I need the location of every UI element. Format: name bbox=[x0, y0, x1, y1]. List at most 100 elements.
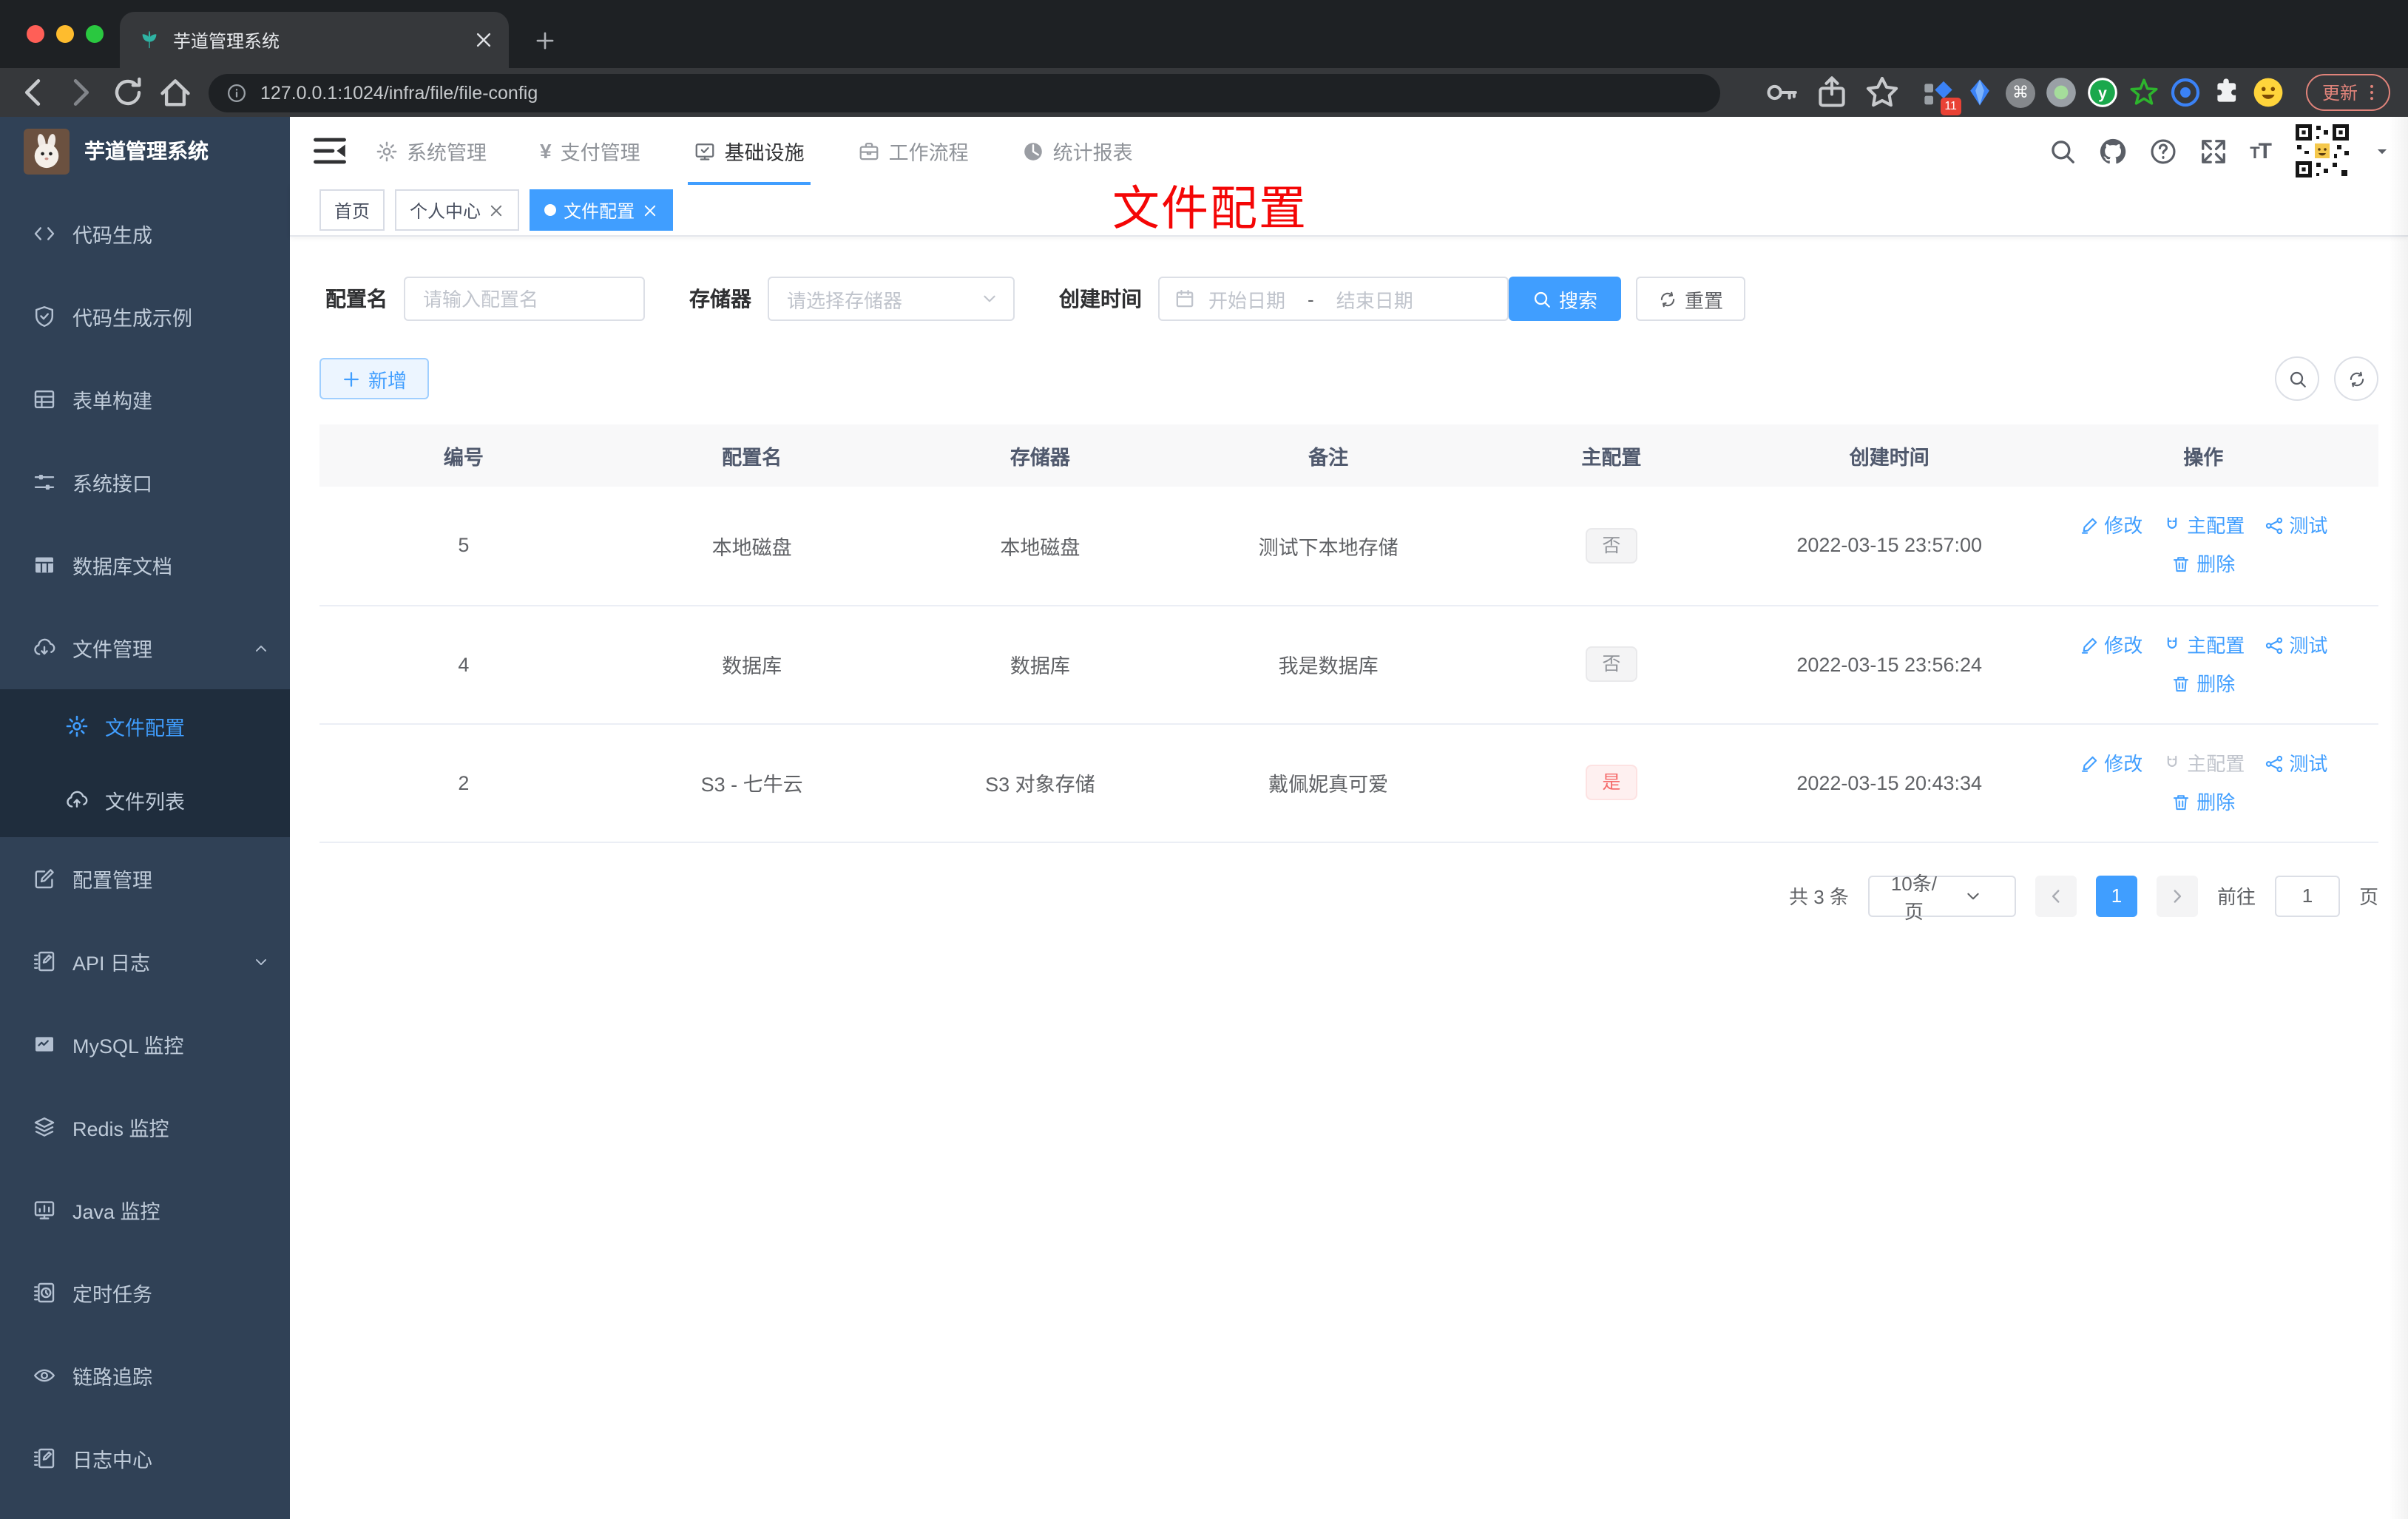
cell-name: 本地磁盘 bbox=[607, 487, 896, 606]
window-zoom-button[interactable] bbox=[86, 25, 104, 43]
sidebar-item-0[interactable]: 代码生成 bbox=[0, 192, 290, 275]
extension-star-icon[interactable] bbox=[2128, 77, 2160, 108]
extension-gray-dot-icon[interactable] bbox=[2046, 77, 2077, 108]
sidebar-item-7[interactable]: API 日志 bbox=[0, 920, 290, 1003]
magnet-icon bbox=[2162, 754, 2181, 773]
search-button[interactable]: 搜索 bbox=[1509, 277, 1622, 321]
edit-action[interactable]: 修改 bbox=[2079, 517, 2142, 536]
address-bar[interactable]: 127.0.0.1:1024/infra/file/file-config bbox=[209, 73, 1720, 112]
master-action[interactable]: 主配置 bbox=[2162, 517, 2245, 536]
reset-button[interactable]: 重置 bbox=[1636, 277, 1746, 321]
sidebar-item-5[interactable]: 文件管理 bbox=[0, 606, 290, 689]
table-row-2: 2 S3 - 七牛云 S3 对象存储 戴佩妮真可爱 是 2022-03-15 2… bbox=[319, 723, 2378, 842]
browser-update-button[interactable]: 更新 bbox=[2305, 74, 2390, 111]
tag-tab-1[interactable]: 个人中心 bbox=[395, 189, 520, 231]
tag-close-icon[interactable] bbox=[488, 202, 504, 218]
goto-page-input[interactable] bbox=[2274, 875, 2340, 916]
tab-close-icon[interactable] bbox=[473, 30, 494, 50]
report-icon bbox=[1022, 140, 1044, 162]
reload-button[interactable] bbox=[109, 74, 146, 111]
sidebar-item-10[interactable]: Java 监控 bbox=[0, 1168, 290, 1251]
sidebar-subitem-5-1[interactable]: 文件列表 bbox=[0, 763, 290, 837]
topnav-item-3[interactable]: 工作流程 bbox=[858, 117, 969, 185]
current-page-button[interactable]: 1 bbox=[2095, 875, 2137, 916]
github-icon[interactable] bbox=[2099, 137, 2127, 165]
extension-y-icon[interactable]: y bbox=[2087, 77, 2118, 108]
sidebar-logo[interactable]: 芋道管理系统 bbox=[0, 117, 290, 185]
topnav-item-2[interactable]: 基础设施 bbox=[687, 117, 811, 185]
test-action[interactable]: 测试 bbox=[2264, 517, 2327, 536]
sidebar-item-4[interactable]: 数据库文档 bbox=[0, 524, 290, 606]
page-size-select[interactable]: 10条/页 bbox=[1867, 872, 2016, 922]
master-action[interactable]: 主配置 bbox=[2162, 754, 2245, 773]
sidebar-item-13[interactable]: 日志中心 bbox=[0, 1417, 290, 1500]
edit-action[interactable]: 修改 bbox=[2079, 754, 2142, 773]
password-key-icon[interactable] bbox=[1763, 74, 1800, 111]
edit-action[interactable]: 修改 bbox=[2079, 635, 2142, 654]
name-filter-input[interactable] bbox=[404, 277, 645, 321]
sidebar-item-12[interactable]: 链路追踪 bbox=[0, 1334, 290, 1417]
font-size-icon[interactable]: TT bbox=[2250, 138, 2272, 163]
fullscreen-icon[interactable] bbox=[2199, 137, 2228, 165]
extension-command-icon[interactable]: ⌘ bbox=[2005, 78, 2035, 107]
infra-icon bbox=[694, 140, 716, 162]
test-action[interactable]: 测试 bbox=[2264, 635, 2327, 654]
sidebar-item-6[interactable]: 配置管理 bbox=[0, 837, 290, 920]
extension-emoji-icon[interactable] bbox=[2253, 77, 2284, 108]
active-dot bbox=[544, 204, 557, 216]
svg-text:y: y bbox=[2098, 85, 2107, 102]
help-icon[interactable] bbox=[2149, 137, 2177, 165]
topnav-label: 基础设施 bbox=[724, 142, 805, 164]
new-tab-button[interactable] bbox=[534, 30, 556, 52]
window-minimize-button[interactable] bbox=[56, 25, 74, 43]
topnav-item-0[interactable]: 系统管理 bbox=[376, 117, 487, 185]
sidebar-collapse-icon[interactable] bbox=[311, 132, 349, 170]
bookmark-star-icon[interactable] bbox=[1864, 74, 1901, 111]
show-search-button[interactable] bbox=[2275, 356, 2319, 401]
sidebar-item-3[interactable]: 系统接口 bbox=[0, 441, 290, 524]
sidebar-item-11[interactable]: 定时任务 bbox=[0, 1251, 290, 1334]
delete-action[interactable]: 删除 bbox=[2171, 792, 2235, 811]
trace-eye-icon bbox=[33, 1364, 56, 1387]
add-button[interactable]: 新增 bbox=[319, 358, 430, 399]
topnav-item-4[interactable]: 统计报表 bbox=[1022, 117, 1133, 185]
browser-tab[interactable]: 芋道管理系统 bbox=[120, 12, 509, 68]
storage-filter-select[interactable]: 请选择存储器 bbox=[768, 277, 1015, 321]
sidebar-item-label: Java 监控 bbox=[72, 1201, 160, 1223]
browser-menu-icon[interactable] bbox=[2362, 83, 2381, 102]
tag-close-icon[interactable] bbox=[642, 202, 658, 218]
test-action[interactable]: 测试 bbox=[2264, 754, 2327, 773]
avatar[interactable] bbox=[2293, 121, 2352, 180]
window-close-button[interactable] bbox=[27, 25, 44, 43]
sidebar-item-8[interactable]: MySQL 监控 bbox=[0, 1003, 290, 1086]
next-page-button[interactable] bbox=[2156, 875, 2198, 916]
topnav-item-1[interactable]: ¥ 支付管理 bbox=[540, 117, 640, 185]
home-button[interactable] bbox=[157, 74, 194, 111]
delete-action[interactable]: 删除 bbox=[2171, 674, 2235, 693]
back-button[interactable] bbox=[15, 74, 52, 111]
sidebar-item-1[interactable]: 代码生成示例 bbox=[0, 275, 290, 358]
cell-id: 2 bbox=[319, 723, 608, 842]
refresh-table-button[interactable] bbox=[2334, 356, 2378, 401]
extension-tampermonkey-icon[interactable]: 11 bbox=[1923, 77, 1961, 115]
avatar-caret-icon[interactable] bbox=[2374, 143, 2390, 159]
storage-placeholder: 请选择存储器 bbox=[787, 289, 903, 311]
extension-eye-icon[interactable] bbox=[2170, 77, 2201, 108]
master-action[interactable]: 主配置 bbox=[2162, 635, 2245, 654]
cell-master: 是 bbox=[1472, 723, 1751, 842]
cloud-upload-icon bbox=[65, 788, 89, 812]
share-icon[interactable] bbox=[1813, 74, 1850, 111]
sidebar-subitem-5-0[interactable]: 文件配置 bbox=[0, 689, 290, 763]
extension-gem-icon[interactable] bbox=[1964, 77, 1995, 108]
sidebar-item-9[interactable]: Redis 监控 bbox=[0, 1086, 290, 1168]
forward-button[interactable] bbox=[62, 74, 99, 111]
site-info-icon[interactable] bbox=[226, 82, 247, 103]
sidebar-item-2[interactable]: 表单构建 bbox=[0, 358, 290, 441]
prev-page-button[interactable] bbox=[2035, 875, 2077, 916]
tag-tab-0[interactable]: 首页 bbox=[319, 189, 385, 231]
date-range-picker[interactable]: 开始日期 - 结束日期 bbox=[1158, 277, 1509, 321]
search-icon[interactable] bbox=[2049, 137, 2077, 165]
extension-puzzle-icon[interactable] bbox=[2211, 77, 2242, 108]
tag-tab-2[interactable]: 文件配置 bbox=[530, 189, 674, 231]
delete-action[interactable]: 删除 bbox=[2171, 555, 2235, 575]
